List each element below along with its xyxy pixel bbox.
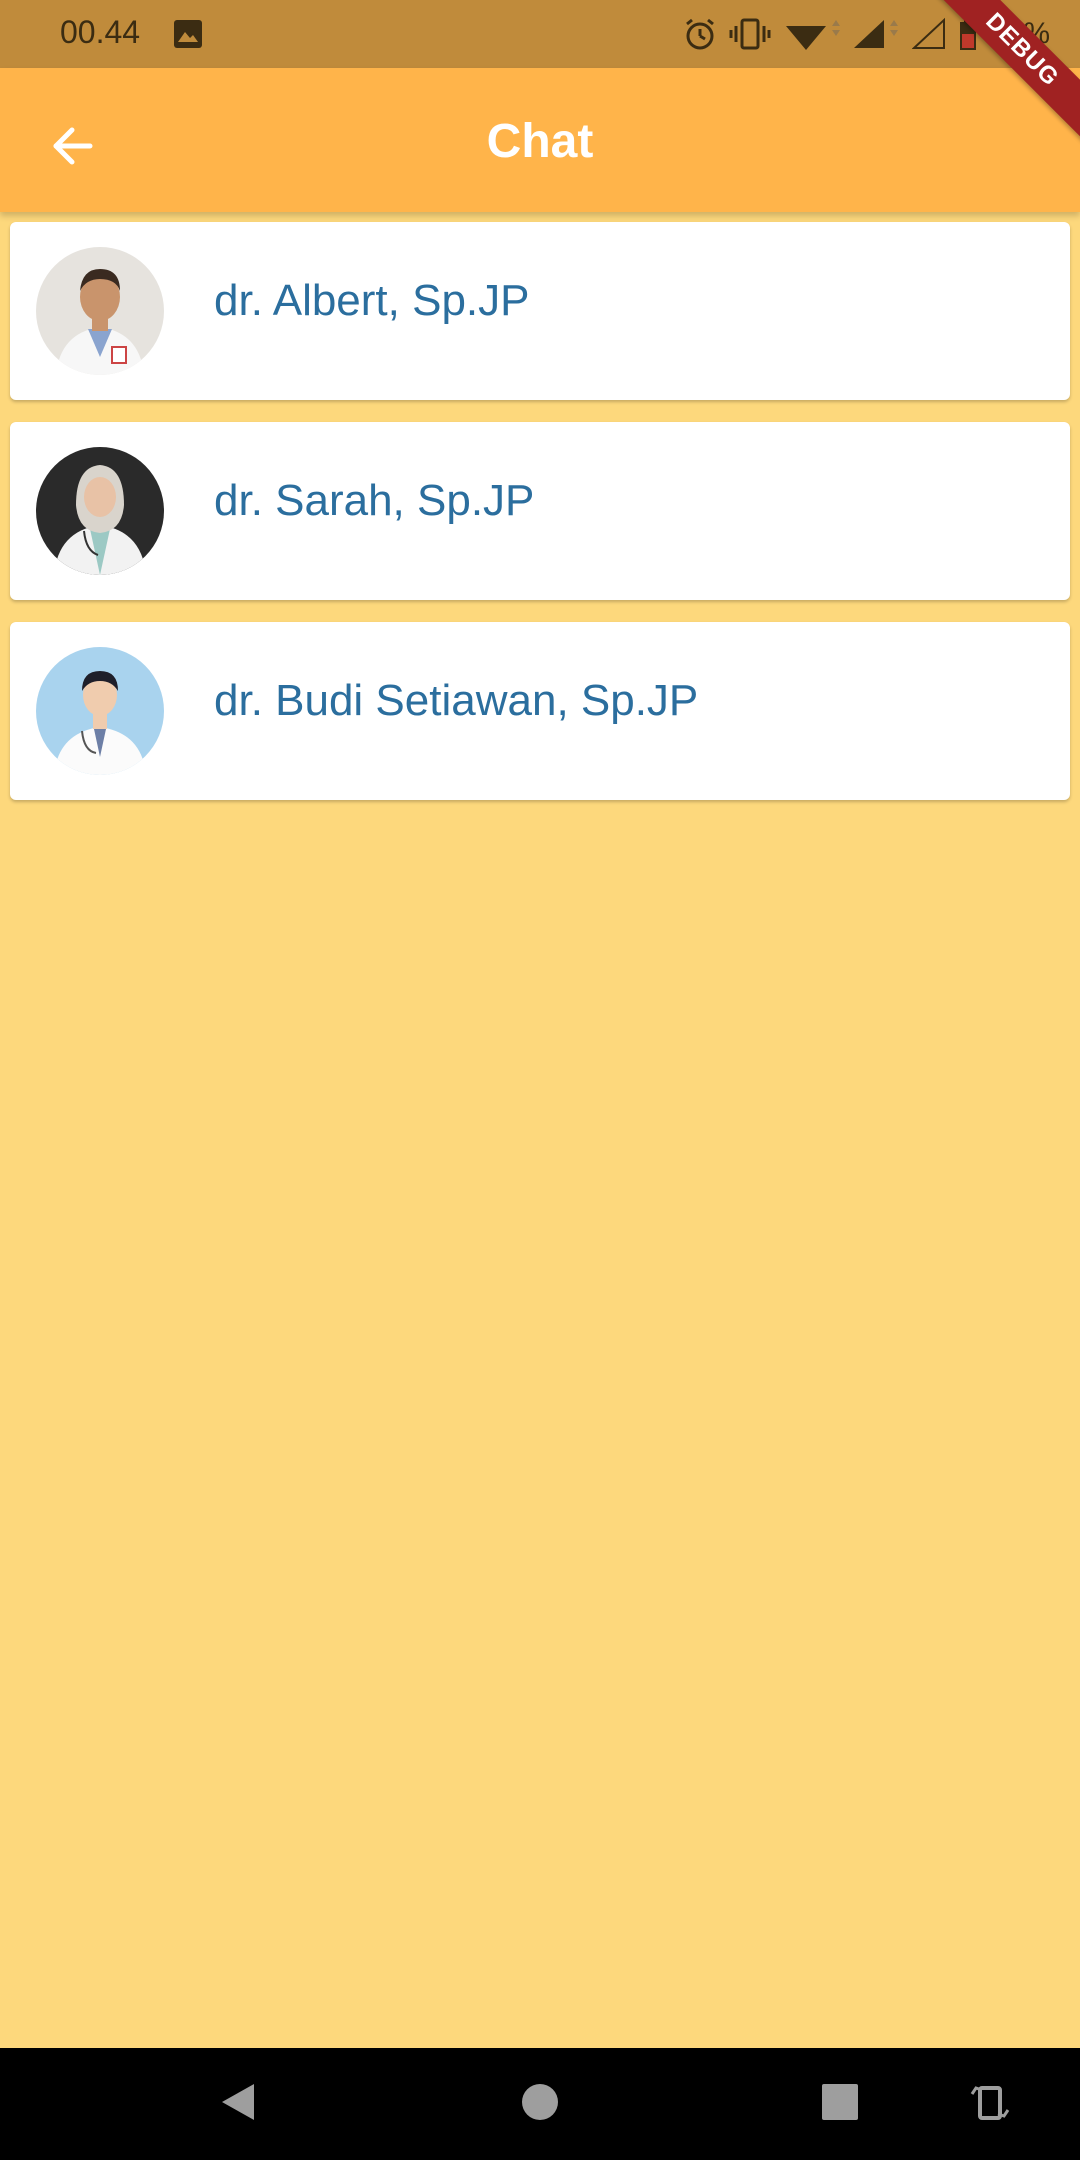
chat-list-item[interactable]: dr. Sarah, Sp.JP (10, 422, 1070, 600)
doctor-avatar (36, 247, 164, 375)
image-notification-icon (172, 18, 204, 55)
back-triangle-icon (216, 2080, 260, 2129)
chat-list: dr. Albert, Sp.JP dr. Sarah, Sp.JP dr. B… (10, 222, 1070, 822)
rotate-icon (968, 2080, 1012, 2129)
nav-back-button[interactable] (210, 2076, 266, 2132)
app-bar: Chat (0, 68, 1080, 212)
chat-list-item[interactable]: dr. Albert, Sp.JP (10, 222, 1070, 400)
cell-signal-icon (852, 16, 902, 52)
chat-name: dr. Budi Setiawan, Sp.JP (214, 676, 699, 725)
vibrate-icon (728, 16, 772, 52)
chat-name: dr. Albert, Sp.JP (214, 276, 530, 325)
chat-name: dr. Sarah, Sp.JP (214, 476, 535, 525)
status-time: 00.44 (60, 14, 141, 50)
cell-signal-empty-icon (911, 16, 948, 52)
system-navigation-bar (0, 2048, 1080, 2160)
home-circle-icon (518, 2080, 562, 2129)
status-bar: 00.44 64% (0, 0, 1080, 68)
nav-rotate-button[interactable] (962, 2076, 1018, 2132)
doctor-avatar (36, 447, 164, 575)
nav-recents-button[interactable] (812, 2076, 868, 2132)
doctor-avatar (36, 647, 164, 775)
recents-square-icon (818, 2080, 862, 2129)
alarm-icon (682, 16, 718, 52)
nav-home-button[interactable] (512, 2076, 568, 2132)
page-title: Chat (486, 115, 594, 168)
chat-list-item[interactable]: dr. Budi Setiawan, Sp.JP (10, 622, 1070, 800)
wifi-icon (782, 16, 842, 52)
